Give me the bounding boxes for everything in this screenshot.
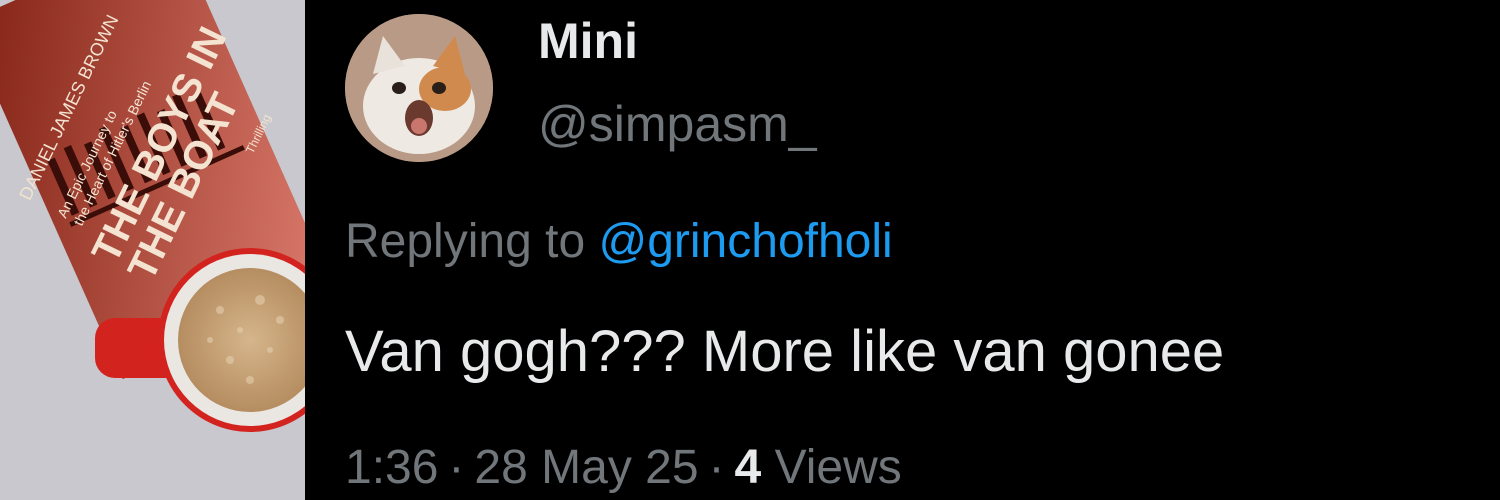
tweet-time[interactable]: 1:36 (345, 441, 438, 494)
avatar[interactable] (345, 14, 493, 162)
cat-avatar-icon (345, 14, 493, 162)
separator: · (708, 441, 725, 494)
tweet-text: Van gogh??? More like van gonee (345, 319, 1225, 384)
replying-to: Replying to @grinchofholi (345, 214, 893, 269)
tweet-meta: 1:36 · 28 May 25 · 4 Views (345, 440, 902, 495)
background-photo: THE BOYS IN THE BOAT An Epic Journey to … (0, 0, 305, 500)
tweet-panel: Mini @simpasm_ Replying to @grinchofholi… (305, 0, 1500, 500)
tweet-date[interactable]: 28 May 25 (474, 441, 698, 494)
reply-handle-link[interactable]: @grinchofholi (598, 215, 892, 268)
book-and-coffee-photo: THE BOYS IN THE BOAT An Epic Journey to … (0, 0, 305, 500)
replying-to-prefix: Replying to (345, 215, 599, 268)
display-name[interactable]: Mini (538, 12, 638, 70)
views-count[interactable]: 4 (735, 441, 762, 494)
views-label: Views (774, 441, 902, 494)
separator: · (448, 441, 465, 494)
user-handle[interactable]: @simpasm_ (538, 95, 817, 153)
